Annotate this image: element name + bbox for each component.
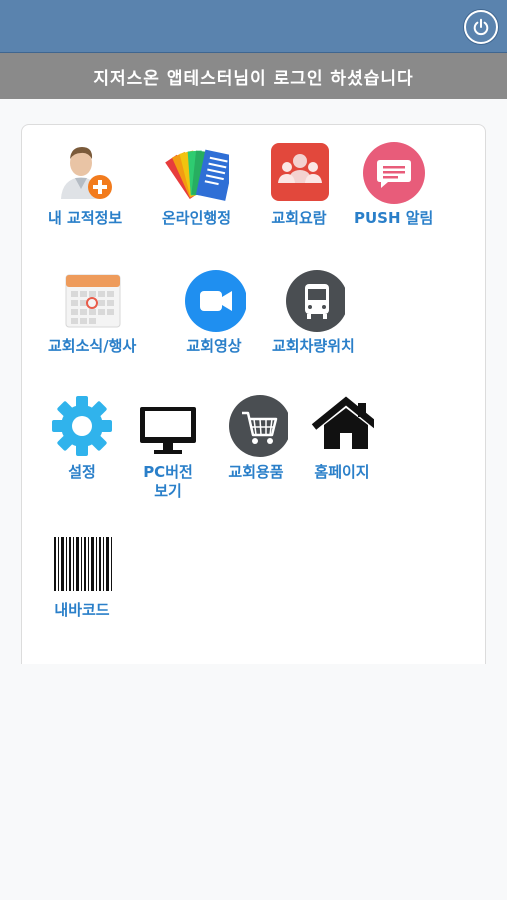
menu-my-member-info[interactable]: 내 교적정보: [48, 141, 122, 228]
menu-label: 교회차량위치: [272, 337, 355, 355]
menu-label: 교회영상: [186, 337, 242, 355]
barcode-icon: [50, 533, 114, 597]
menu-online-admin[interactable]: 온라인행정: [162, 141, 231, 228]
gear-icon: [50, 395, 114, 459]
menu-settings[interactable]: 설정: [50, 395, 114, 482]
login-status-banner: 지저스온 앱테스터님이 로그인 하셨습니다: [0, 53, 507, 99]
group-icon: [267, 141, 331, 205]
message-icon: [362, 141, 426, 205]
monitor-icon: [136, 395, 200, 459]
menu-push-notification[interactable]: PUSH 알림: [354, 141, 433, 228]
video-icon: [182, 269, 246, 333]
menu-homepage[interactable]: 홈페이지: [310, 395, 374, 482]
home-icon: [310, 395, 374, 459]
login-status-text: 지저스온 앱테스터님이 로그인 하셨습니다: [93, 68, 414, 89]
menu-church-news[interactable]: 교회소식/행사: [48, 269, 136, 356]
menu-church-vehicle[interactable]: 교회차량위치: [272, 269, 355, 356]
menu-label: 교회소식/행사: [48, 337, 137, 355]
menu-label: PUSH 알림: [354, 209, 434, 227]
logout-button[interactable]: [464, 10, 498, 44]
menu-my-barcode[interactable]: 내바코드: [50, 533, 114, 620]
power-icon: [473, 18, 489, 36]
menu-church-video[interactable]: 교회영상: [182, 269, 246, 356]
calendar-icon: [60, 269, 124, 333]
bus-icon: [281, 269, 346, 333]
menu-label: PC버전 보기: [143, 463, 193, 500]
menu-label: 내 교적정보: [48, 209, 123, 227]
menu-label: 온라인행정: [162, 209, 232, 227]
cart-icon: [224, 395, 288, 459]
add-user-icon: [53, 141, 117, 205]
menu-label: 교회용품: [228, 463, 284, 481]
menu-label: 교회요람: [271, 209, 327, 227]
menu-label: 설정: [68, 463, 96, 481]
documents-icon: [164, 141, 229, 205]
menu-label: 내바코드: [54, 601, 110, 619]
menu-label: 홈페이지: [314, 463, 370, 481]
menu-pc-version[interactable]: PC버전 보기: [136, 395, 200, 501]
menu-church-directory[interactable]: 교회요람: [267, 141, 331, 228]
menu-church-goods[interactable]: 교회용품: [224, 395, 288, 482]
menu-panel: 내 교적정보 온라인행정 교회요람 PUSH 알림 교회소식/행사 교회영상 교…: [21, 124, 486, 664]
top-bar: [0, 0, 507, 53]
